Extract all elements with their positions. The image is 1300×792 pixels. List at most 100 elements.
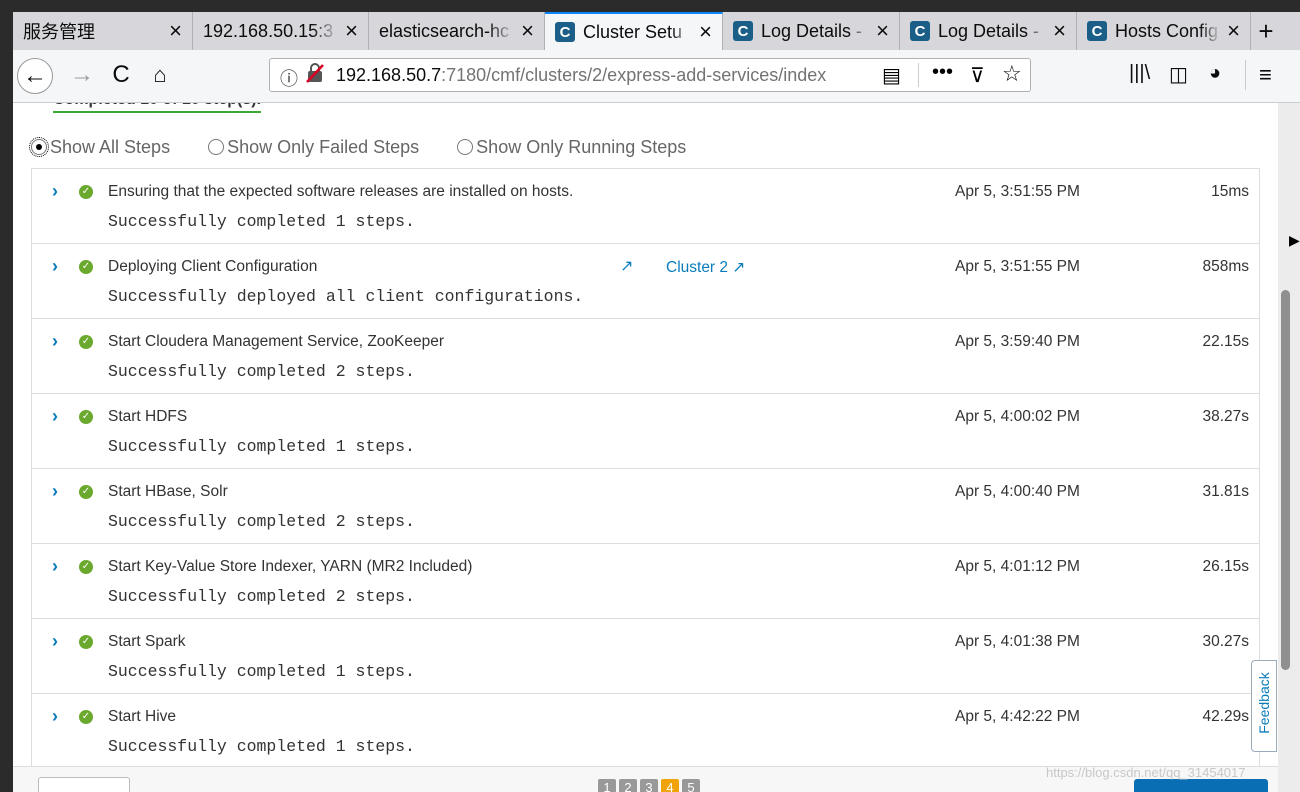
step-filter-group: Show All Steps Show Only Failed Steps Sh… <box>29 135 724 159</box>
expand-chevron-icon[interactable]: › <box>52 481 58 502</box>
close-icon[interactable]: × <box>345 18 358 44</box>
step-name: Start Spark <box>108 633 186 650</box>
expand-chevron-icon[interactable]: › <box>52 706 58 727</box>
expand-chevron-icon[interactable]: › <box>52 331 58 352</box>
wizard-continue-button[interactable] <box>1134 779 1268 792</box>
page-number-current[interactable]: 4 <box>661 779 679 792</box>
tab-log-details-2[interactable]: C Log Details - × <box>900 12 1077 50</box>
page-number[interactable]: 3 <box>640 779 658 792</box>
tab-log-details-1[interactable]: C Log Details - × <box>723 12 900 50</box>
step-time: Apr 5, 3:51:55 PM <box>955 183 1080 200</box>
step-name: Start HBase, Solr <box>108 483 228 500</box>
wizard-back-button[interactable] <box>38 777 130 792</box>
step-row: › ✓ Start Spark Successfully completed 1… <box>32 619 1259 694</box>
step-row: › ✓ Ensuring that the expected software … <box>32 169 1259 244</box>
tab-elasticsearch[interactable]: elasticsearch-hc × <box>369 12 545 50</box>
page-number[interactable]: 1 <box>598 779 616 792</box>
step-time: Apr 5, 3:59:40 PM <box>955 333 1080 350</box>
filter-label: Show All Steps <box>50 136 171 157</box>
account-icon[interactable]: ◕ <box>1209 62 1221 85</box>
step-time: Apr 5, 4:01:38 PM <box>955 633 1080 650</box>
pocket-icon[interactable]: ⊽ <box>970 63 985 88</box>
page-content: Completed 10 of 10 step(s). Show All Ste… <box>13 103 1278 792</box>
success-check-icon: ✓ <box>79 185 93 199</box>
external-link-icon[interactable]: ↗ <box>620 256 633 276</box>
completed-heading: Completed 10 of 10 step(s). <box>53 103 262 113</box>
tab-title: Log Details - <box>761 20 863 41</box>
url-text[interactable]: 192.168.50.7:7180/cmf/clusters/2/express… <box>336 65 846 86</box>
radio-checked[interactable] <box>29 137 49 157</box>
radio-unchecked[interactable] <box>457 139 474 155</box>
step-message: Successfully completed 1 steps. <box>108 737 415 756</box>
step-time: Apr 5, 3:51:55 PM <box>955 258 1080 275</box>
step-name: Start Key-Value Store Indexer, YARN (MR2… <box>108 558 473 575</box>
close-icon[interactable]: × <box>1053 18 1066 44</box>
wizard-pager: 1 2 3 4 5 <box>598 779 703 792</box>
expand-chevron-icon[interactable]: › <box>52 631 58 652</box>
scrollbar-thumb[interactable] <box>1281 290 1290 670</box>
tab-service-management[interactable]: 服务管理 × <box>13 12 193 50</box>
url-separator <box>918 63 919 87</box>
success-check-icon: ✓ <box>79 560 93 574</box>
forward-button[interactable]: → <box>67 60 97 90</box>
filter-show-all[interactable]: Show All Steps <box>29 136 171 158</box>
expand-chevron-icon[interactable]: › <box>52 406 58 427</box>
step-name: Start HDFS <box>108 408 188 425</box>
reader-view-icon[interactable]: ▤ <box>882 63 901 88</box>
page-actions-icon[interactable]: ••• <box>932 61 953 84</box>
radio-unchecked[interactable] <box>208 139 225 155</box>
home-button[interactable]: ⌂ <box>145 60 175 90</box>
cloudera-favicon-icon: C <box>555 22 575 42</box>
step-row: › ✓ Start HBase, Solr Successfully compl… <box>32 469 1259 544</box>
step-duration: 22.15s <box>1202 333 1249 350</box>
step-message: Successfully completed 1 steps. <box>108 212 415 231</box>
mouse-cursor-icon: ▶ <box>1289 232 1300 248</box>
tab-cluster-setup[interactable]: C Cluster Setu × <box>545 12 723 50</box>
hamburger-menu-icon[interactable]: ≡ <box>1259 62 1272 88</box>
tab-title: elasticsearch-hc <box>379 20 510 41</box>
filter-show-failed[interactable]: Show Only Failed Steps <box>208 137 419 158</box>
success-check-icon: ✓ <box>79 260 93 274</box>
step-name: Start Cloudera Management Service, ZooKe… <box>108 333 445 350</box>
expand-chevron-icon[interactable]: › <box>52 181 58 202</box>
reload-button[interactable]: C <box>106 60 136 90</box>
step-duration: 26.15s <box>1202 558 1249 575</box>
toolbar-separator <box>1245 60 1246 90</box>
sidebar-icon[interactable]: ◫ <box>1169 62 1188 87</box>
new-tab-button[interactable]: + <box>1251 12 1281 50</box>
step-row: › ✓ Start Key-Value Store Indexer, YARN … <box>32 544 1259 619</box>
success-check-icon: ✓ <box>79 710 93 724</box>
library-icon[interactable]: |||\ <box>1129 62 1150 85</box>
tab-192-168-50-15[interactable]: 192.168.50.15:3 × <box>193 12 369 50</box>
back-button[interactable]: ← <box>17 58 53 94</box>
step-time: Apr 5, 4:42:22 PM <box>955 708 1080 725</box>
page-number[interactable]: 5 <box>682 779 700 792</box>
feedback-label: Feedback <box>1256 672 1272 734</box>
cloudera-favicon-icon: C <box>1087 21 1107 41</box>
step-name: Start Hive <box>108 708 177 725</box>
expand-chevron-icon[interactable]: › <box>52 256 58 277</box>
expand-chevron-icon[interactable]: › <box>52 556 58 577</box>
page-number[interactable]: 2 <box>619 779 637 792</box>
step-duration: 30.27s <box>1202 633 1249 650</box>
step-name: Ensuring that the expected software rele… <box>108 183 574 200</box>
cluster-2-link[interactable]: Cluster 2 ↗ <box>666 258 745 277</box>
close-icon[interactable]: × <box>699 19 712 45</box>
step-duration: 15ms <box>1211 183 1249 200</box>
success-check-icon: ✓ <box>79 410 93 424</box>
site-info-icon[interactable]: ⓘ <box>280 65 298 91</box>
feedback-tab[interactable]: Feedback <box>1251 660 1277 752</box>
url-bar[interactable]: ⓘ 192.168.50.7:7180/cmf/clusters/2/expre… <box>269 58 1031 92</box>
step-time: Apr 5, 4:00:40 PM <box>955 483 1080 500</box>
step-message: Successfully completed 2 steps. <box>108 587 415 606</box>
close-icon[interactable]: × <box>1227 18 1240 44</box>
close-icon[interactable]: × <box>521 18 534 44</box>
close-icon[interactable]: × <box>876 18 889 44</box>
cloudera-favicon-icon: C <box>733 21 753 41</box>
tab-hosts-config[interactable]: C Hosts Config × <box>1077 12 1251 50</box>
filter-show-running[interactable]: Show Only Running Steps <box>457 137 686 158</box>
close-icon[interactable]: × <box>169 18 182 44</box>
step-duration: 31.81s <box>1202 483 1249 500</box>
step-row: › ✓ Start Cloudera Management Service, Z… <box>32 319 1259 394</box>
bookmark-star-icon[interactable]: ☆ <box>1002 61 1022 87</box>
